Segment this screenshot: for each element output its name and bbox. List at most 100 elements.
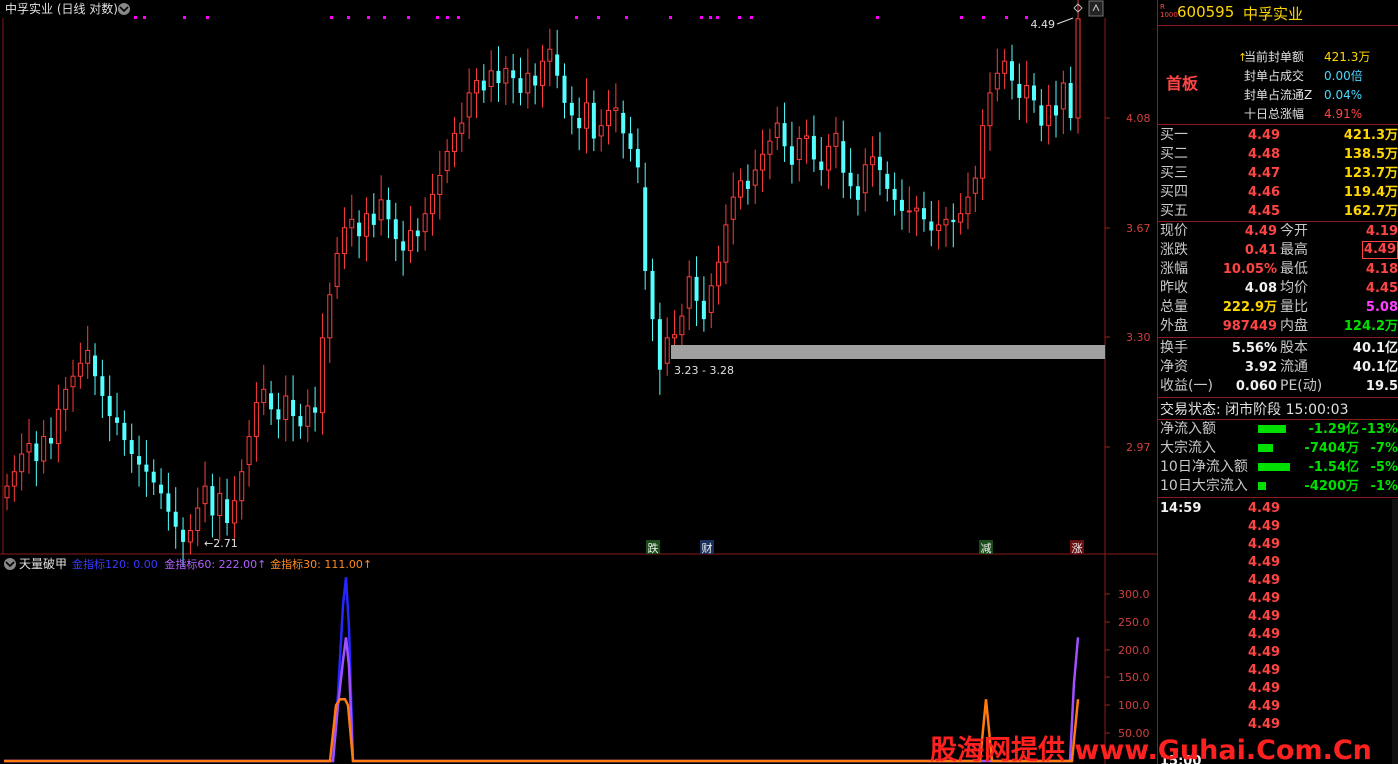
kline-chart[interactable]: 4.08 3.67 3.30 2.97 中孚实业 (日线 对数) 3.23 - 3.28 ←… xyxy=(0,0,1157,764)
candle-body-up xyxy=(833,132,839,147)
candle-body-down xyxy=(122,422,127,441)
indicator-axis-label: 200.0 xyxy=(1118,644,1150,657)
signal-dot xyxy=(982,16,985,19)
signal-dot xyxy=(625,16,628,19)
signal-dot xyxy=(575,16,578,19)
stat-row: 涨跌 0.41 最高 4.49 xyxy=(1158,241,1398,260)
stat-label: 总量 xyxy=(1160,299,1188,315)
flow-bar xyxy=(1258,444,1273,452)
candle-body-down xyxy=(745,180,750,189)
separator xyxy=(1158,397,1398,398)
tick-price: 4.49 xyxy=(1248,519,1281,534)
tick-price: 4.49 xyxy=(1248,663,1281,678)
stat-label: 净资 xyxy=(1160,359,1188,375)
candle-body-up xyxy=(4,485,10,499)
tick-price: 4.49 xyxy=(1248,501,1281,516)
chart-area[interactable]: 4.08 3.67 3.30 2.97 中孚实业 (日线 对数) 3.23 - 3.28 ←… xyxy=(0,0,1157,764)
candle-body-up xyxy=(686,276,692,309)
tick-price: 4.49 xyxy=(1248,699,1281,714)
indicator-line xyxy=(4,637,1080,763)
separator xyxy=(1158,497,1398,498)
tick-row: 4.49 xyxy=(1158,589,1398,608)
candle-body-down xyxy=(49,437,54,444)
seal-info-row: 封单占流通Z 0.04% xyxy=(1158,86,1398,105)
candle-body-up xyxy=(1075,18,1081,119)
candle-body-up xyxy=(540,60,545,87)
candle-body-up xyxy=(664,337,670,364)
candle-body-up xyxy=(26,443,32,453)
candle-body-down xyxy=(371,213,376,225)
candle-body-down xyxy=(34,443,39,462)
flow-label: 10日大宗流入 xyxy=(1160,478,1248,494)
indicator-legend: 金指标60: 222.00↑ xyxy=(164,557,266,571)
flow-value: -7404万 xyxy=(1304,441,1359,456)
indicator-axis-label: 300.0 xyxy=(1118,588,1150,601)
candle-body-up xyxy=(349,218,355,229)
candle-body-down xyxy=(225,499,230,523)
high-pointer xyxy=(1056,17,1074,25)
bid-label: 买四 xyxy=(1160,184,1188,200)
stat-label: 最低 xyxy=(1280,261,1308,277)
stat-label: 流通 xyxy=(1280,359,1308,375)
candle-body-down xyxy=(93,355,98,377)
seal-info-value: 421.3万 xyxy=(1324,50,1371,64)
stat-value: 4.19 xyxy=(1365,224,1398,239)
indicator-line xyxy=(4,697,1080,763)
flow-bar xyxy=(1258,482,1266,490)
bid-price: 4.46 xyxy=(1248,185,1281,200)
candle-body-up xyxy=(774,122,780,138)
candle-body-up xyxy=(723,224,729,263)
stat-row: 外盘 987449 内盘 124.2万 xyxy=(1158,317,1398,336)
candle-body-down xyxy=(415,230,420,237)
candle-body-up xyxy=(1024,85,1030,99)
candle-body-down xyxy=(151,471,156,483)
high-label: 4.49 xyxy=(1031,18,1056,31)
candle-body-down xyxy=(694,276,699,301)
stat-value: 987449 xyxy=(1222,319,1277,334)
candle-body-down xyxy=(1053,105,1058,116)
candle-body-down xyxy=(386,199,391,220)
stat-row: 净资 3.92 流通 40.1亿 xyxy=(1158,358,1398,377)
candle-body-up xyxy=(77,362,83,377)
candle-body-up xyxy=(914,207,920,212)
event-marker-label: 涨 xyxy=(1072,542,1083,555)
candle-body-down xyxy=(591,102,596,139)
candle-body-up xyxy=(606,109,612,127)
candle-body-up xyxy=(972,177,978,194)
flow-label: 大宗流入 xyxy=(1160,440,1216,456)
stat-row: 现价 4.49 今开 4.19 xyxy=(1158,222,1398,241)
event-marker-label: 跌 xyxy=(648,541,659,555)
stat-label: 内盘 xyxy=(1280,318,1308,334)
bid-row: 买三 4.47 123.7万 xyxy=(1158,164,1398,183)
stat-row: 换手 5.56% 股本 40.1亿 xyxy=(1158,339,1398,358)
candle-body-up xyxy=(584,102,590,129)
signal-dot xyxy=(143,16,146,19)
candle-body-up xyxy=(459,122,465,134)
chart-title: 中孚实业 (日线 对数) xyxy=(5,1,118,16)
seal-info-row: 封单占成交 0.00倍 xyxy=(1158,67,1398,86)
price-axis-label: 4.08 xyxy=(1126,112,1151,125)
seal-info-label: 当前封单额 xyxy=(1244,50,1305,64)
candle-body-down xyxy=(650,270,655,320)
signal-dot xyxy=(1005,16,1008,19)
candle-body-up xyxy=(708,285,714,313)
signal-dot xyxy=(457,16,460,19)
stat-value: 124.2万 xyxy=(1343,319,1398,334)
seal-info-label: 封单占流通Z xyxy=(1244,88,1313,102)
candle-body-down xyxy=(276,409,281,420)
bid-volume: 123.7万 xyxy=(1343,166,1398,181)
candle-body-down xyxy=(291,399,296,417)
candle-body-up xyxy=(862,164,868,194)
candle-body-up xyxy=(19,453,25,473)
flow-row: 净流入额 -1.29亿 -13% xyxy=(1158,420,1398,439)
stat-value: 4.49 xyxy=(1361,241,1398,259)
candle-body-down xyxy=(951,219,956,223)
tick-row: 4.49 xyxy=(1158,535,1398,554)
candle-body-down xyxy=(789,146,794,165)
gap-label: 3.23 - 3.28 xyxy=(674,364,734,377)
stat-label: PE(动) xyxy=(1280,378,1323,394)
candle-body-down xyxy=(511,70,516,79)
candle-body-down xyxy=(401,241,406,251)
candle-body-up xyxy=(730,196,736,220)
candle-body-up xyxy=(752,169,758,186)
